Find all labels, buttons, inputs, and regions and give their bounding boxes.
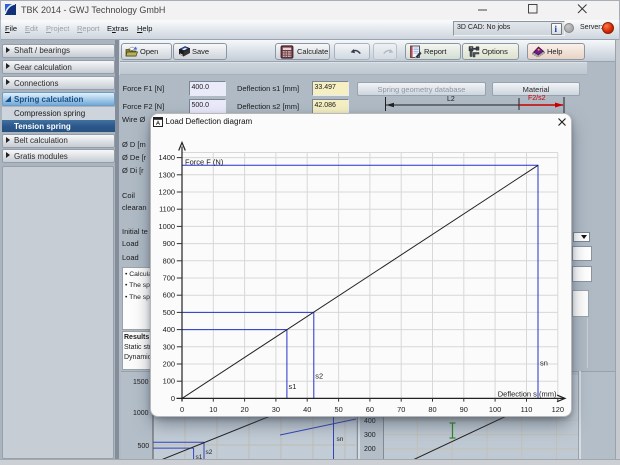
svg-text:200: 200 <box>162 360 174 369</box>
svg-text:sn: sn <box>540 359 548 368</box>
svg-text:1000: 1000 <box>158 222 174 231</box>
svg-text:100: 100 <box>488 405 500 414</box>
svg-text:70: 70 <box>397 405 405 414</box>
svg-text:400: 400 <box>162 325 174 334</box>
svg-text:40: 40 <box>303 405 311 414</box>
svg-text:s1: s1 <box>288 382 296 391</box>
svg-text:20: 20 <box>240 405 248 414</box>
svg-text:700: 700 <box>162 274 174 283</box>
svg-text:10: 10 <box>209 405 217 414</box>
svg-text:Force F (N): Force F (N) <box>185 158 224 167</box>
svg-text:0: 0 <box>179 405 183 414</box>
svg-text:sn: sn <box>337 436 344 443</box>
svg-text:1400: 1400 <box>158 153 174 162</box>
svg-text:s2: s2 <box>206 449 213 456</box>
svg-text:900: 900 <box>162 239 174 248</box>
svg-text:60: 60 <box>365 405 373 414</box>
svg-text:120: 120 <box>551 405 563 414</box>
svg-text:90: 90 <box>459 405 467 414</box>
svg-text:50: 50 <box>334 405 342 414</box>
svg-text:s2: s2 <box>315 372 323 381</box>
svg-text:30: 30 <box>271 405 279 414</box>
svg-text:1100: 1100 <box>159 205 175 214</box>
svg-text:600: 600 <box>162 291 174 300</box>
svg-text:Deflection s (mm): Deflection s (mm) <box>497 390 556 399</box>
svg-text:800: 800 <box>162 256 174 265</box>
svg-text:0: 0 <box>170 394 174 403</box>
svg-text:100: 100 <box>162 377 174 386</box>
svg-text:500: 500 <box>162 308 174 317</box>
svg-text:300: 300 <box>162 342 174 351</box>
svg-text:80: 80 <box>428 405 436 414</box>
svg-text:1200: 1200 <box>158 188 174 197</box>
svg-text:1300: 1300 <box>158 170 174 179</box>
svg-text:110: 110 <box>520 405 532 414</box>
